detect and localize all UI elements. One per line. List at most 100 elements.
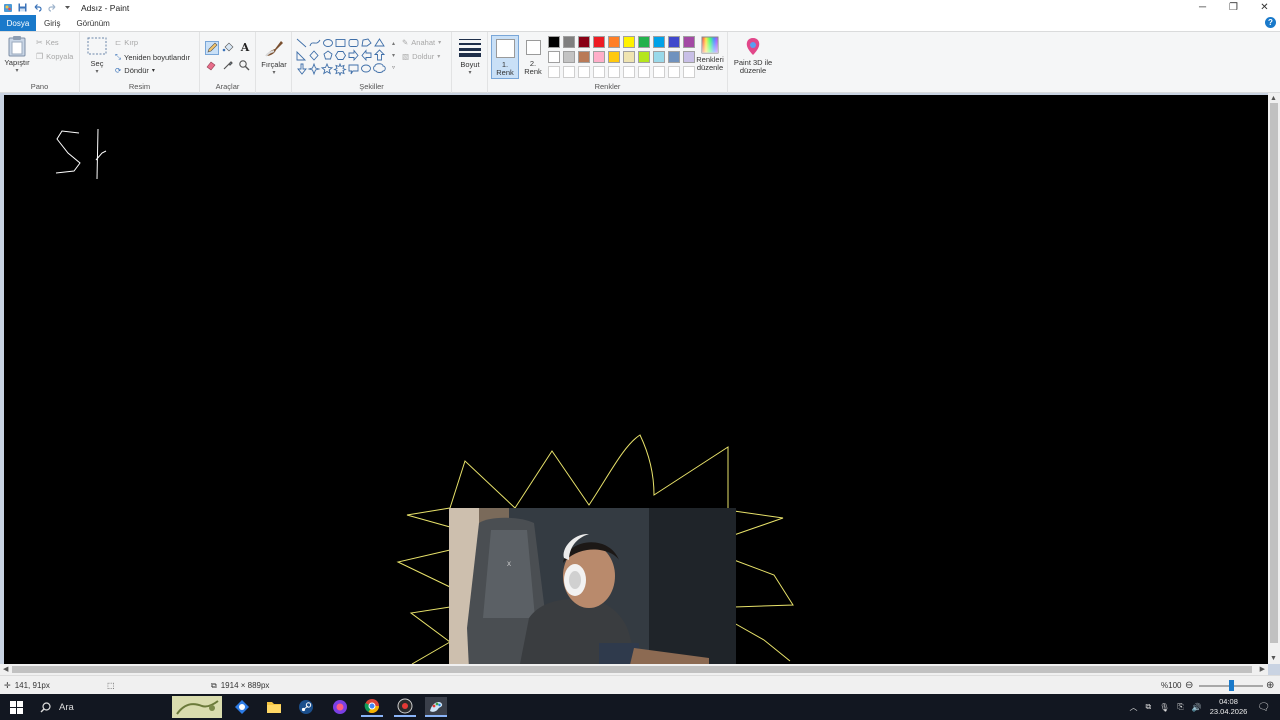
rotate-button[interactable]: ⟳ Döndür ▾ — [115, 66, 155, 75]
paint3d-button[interactable]: Paint 3D ile düzenle — [730, 37, 776, 75]
palette-swatch[interactable] — [653, 36, 665, 48]
palette-swatch[interactable] — [578, 36, 590, 48]
palette-swatch[interactable] — [668, 36, 680, 48]
cut-button[interactable]: ✂ Kes — [36, 38, 59, 47]
help-icon[interactable]: ? — [1265, 17, 1276, 28]
palette-swatch[interactable] — [608, 36, 620, 48]
zoom-level-text: %100 — [1161, 681, 1182, 690]
palette-swatch[interactable] — [578, 66, 590, 78]
palette-swatch[interactable] — [668, 66, 680, 78]
drawing-canvas[interactable]: X — [4, 95, 1268, 664]
save-icon[interactable] — [17, 2, 28, 13]
palette-swatch[interactable] — [593, 66, 605, 78]
redo-icon[interactable] — [47, 2, 58, 13]
minimize-button[interactable]: ─ — [1187, 0, 1218, 15]
color-picker-tool[interactable] — [222, 59, 236, 73]
palette-swatch[interactable] — [623, 66, 635, 78]
network-icon[interactable]: ⎘ — [1177, 702, 1183, 712]
paint-taskbar-icon — [430, 702, 443, 712]
text-tool[interactable]: A — [238, 41, 252, 55]
outline-button[interactable]: ✎ Anahat ▾ — [402, 38, 441, 47]
maximize-button[interactable]: ❐ — [1218, 0, 1249, 15]
scroll-up-icon[interactable]: ▲ — [1270, 95, 1277, 102]
eraser-tool[interactable] — [205, 59, 219, 73]
taskbar-chrome[interactable] — [361, 697, 383, 717]
undo-icon[interactable] — [32, 2, 43, 13]
palette-swatch[interactable] — [638, 36, 650, 48]
copy-button[interactable]: ❐ Kopyala — [36, 52, 73, 61]
palette-swatch[interactable] — [608, 66, 620, 78]
volume-icon[interactable]: 🔊 — [1192, 703, 1202, 712]
palette-swatch[interactable] — [638, 51, 650, 63]
eyedropper-icon — [223, 61, 233, 70]
taskbar-paint[interactable] — [425, 697, 447, 717]
palette-swatch[interactable] — [563, 36, 575, 48]
taskbar-file-explorer[interactable] — [263, 697, 285, 717]
crop-button[interactable]: ⊏ Kırp — [115, 38, 138, 47]
select-label: Seç — [90, 59, 104, 68]
shapes-scroll[interactable]: ▴ ▾ ▿ — [392, 38, 398, 76]
notifications-icon[interactable]: 🗨 — [1257, 702, 1270, 713]
horizontal-scrollbar[interactable]: ◀ ▶ — [0, 664, 1268, 675]
fill-tool[interactable] — [222, 41, 236, 55]
palette-swatch[interactable] — [638, 66, 650, 78]
text-tool-icon: A — [240, 41, 250, 54]
scroll-right-icon[interactable]: ▶ — [1260, 665, 1265, 673]
close-button[interactable]: ✕ — [1249, 0, 1280, 15]
palette-swatch[interactable] — [593, 51, 605, 63]
taskbar-search[interactable]: Ara — [34, 694, 168, 720]
customize-quick-access-icon[interactable] — [62, 2, 73, 13]
taskbar-app-1[interactable] — [231, 697, 253, 717]
paste-button[interactable]: Yapıştır ▾ — [4, 35, 30, 75]
search-highlight-image[interactable] — [172, 696, 222, 718]
palette-swatch[interactable] — [653, 51, 665, 63]
zoom-out-button[interactable]: ⊖ — [1185, 676, 1193, 695]
palette-swatch[interactable] — [593, 36, 605, 48]
canvas-size: ⧉ 1914 × 889px — [211, 676, 269, 695]
size-button[interactable]: Boyut ▾ — [457, 37, 483, 77]
horizontal-scroll-thumb[interactable] — [12, 666, 1252, 673]
group-label-tools: Araçlar — [215, 82, 240, 91]
select-button[interactable]: Seç ▾ — [85, 37, 109, 76]
tab-file[interactable]: Dosya — [0, 15, 36, 31]
shapes-gallery[interactable] — [296, 38, 390, 76]
palette-swatch[interactable] — [668, 51, 680, 63]
zoom-in-button[interactable]: ⊕ — [1266, 676, 1274, 695]
tab-view[interactable]: Görünüm — [68, 15, 117, 31]
taskbar-steam[interactable] — [295, 697, 317, 717]
quick-access-toolbar — [0, 0, 73, 15]
clock[interactable]: 04:08 23.04.2026 — [1210, 697, 1248, 717]
tray-app-icon[interactable]: ⧉ — [1146, 702, 1152, 712]
color2-button[interactable]: 2. Renk — [521, 35, 545, 79]
group-brushes[interactable]: Fırçalar ▾ — [256, 32, 292, 93]
tab-home[interactable]: Giriş — [36, 15, 68, 31]
palette-swatch[interactable] — [548, 51, 560, 63]
vertical-scrollbar[interactable]: ▲ ▼ — [1268, 93, 1280, 664]
scroll-left-icon[interactable]: ◀ — [3, 665, 8, 673]
resize-button[interactable]: ⤡ Yeniden boyutlandır — [115, 52, 190, 62]
scroll-down-icon[interactable]: ▼ — [1270, 655, 1277, 662]
start-button[interactable] — [5, 697, 27, 717]
color1-button[interactable]: 1. Renk — [491, 35, 519, 79]
palette-swatch[interactable] — [653, 66, 665, 78]
magnifier-tool[interactable] — [238, 59, 252, 73]
palette-swatch[interactable] — [578, 51, 590, 63]
zoom-slider-thumb[interactable] — [1229, 680, 1234, 691]
microphone-icon[interactable]: 🎙 — [1159, 703, 1169, 712]
pencil-tool[interactable] — [205, 41, 219, 55]
palette-swatch[interactable] — [623, 36, 635, 48]
tray-overflow-icon[interactable]: ︿ — [1130, 702, 1138, 713]
palette-swatch[interactable] — [563, 51, 575, 63]
edit-colors-button[interactable]: Renkleri düzenle — [693, 36, 727, 72]
vertical-scroll-thumb[interactable] — [1270, 103, 1278, 643]
palette-swatch[interactable] — [563, 66, 575, 78]
taskbar-app-6[interactable] — [394, 697, 416, 717]
taskbar-app-4[interactable] — [329, 697, 351, 717]
palette-swatch[interactable] — [548, 36, 560, 48]
fill-shape-button[interactable]: ▧ Doldur ▾ — [402, 52, 440, 61]
palette-swatch[interactable] — [608, 51, 620, 63]
group-clipboard: Yapıştır ▾ ✂ Kes ❐ Kopyala Pano — [0, 32, 80, 93]
brushes-button[interactable]: Fırçalar ▾ — [259, 37, 289, 77]
palette-swatch[interactable] — [548, 66, 560, 78]
palette-swatch[interactable] — [623, 51, 635, 63]
